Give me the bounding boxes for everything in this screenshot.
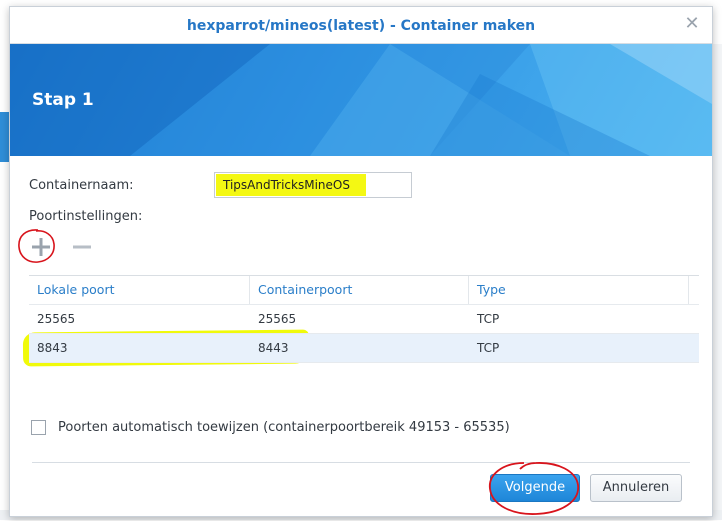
column-header-local-port[interactable]: Lokale poort [29, 276, 250, 304]
dialog-title: hexparrot/mineos(latest) - Container mak… [10, 18, 712, 34]
cancel-button[interactable]: Annuleren [590, 474, 682, 502]
container-port-cell: 8443 [250, 334, 469, 362]
type-cell: TCP [469, 334, 689, 362]
create-container-dialog: hexparrot/mineos(latest) - Container mak… [9, 6, 713, 517]
step-banner: Stap 1 [10, 44, 712, 156]
next-button[interactable]: Volgende [490, 474, 580, 502]
auto-assign-checkbox[interactable] [31, 420, 46, 435]
column-header-container-port[interactable]: Containerpoort [250, 276, 469, 304]
table-header: Lokale poort Containerpoort Type [29, 276, 699, 305]
ports-table: Lokale poort Containerpoort Type 25565 2… [29, 275, 699, 363]
plus-icon[interactable] [29, 235, 53, 259]
close-icon[interactable]: ✕ [682, 14, 702, 34]
local-port-cell: 25565 [29, 305, 250, 333]
column-header-type[interactable]: Type [469, 276, 689, 304]
container-name-input[interactable]: TipsAndTricksMineOS [214, 172, 412, 198]
container-port-cell: 25565 [250, 305, 469, 333]
container-name-label: Containernaam: [29, 178, 134, 193]
container-name-value: TipsAndTricksMineOS [223, 178, 350, 192]
table-row[interactable]: 25565 25565 TCP [29, 305, 699, 334]
step-title: Stap 1 [32, 90, 94, 110]
footer-divider [32, 462, 690, 463]
type-cell: TCP [469, 305, 689, 333]
table-row[interactable]: 8843 8443 TCP [29, 334, 699, 363]
auto-assign-label: Poorten automatisch toewijzen (container… [58, 420, 510, 435]
local-port-cell: 8843 [29, 334, 250, 362]
dialog-titlebar: hexparrot/mineos(latest) - Container mak… [10, 7, 712, 44]
minus-icon[interactable] [70, 235, 94, 259]
banner-decoration [10, 44, 712, 156]
port-settings-label: Poortinstellingen: [29, 209, 142, 224]
